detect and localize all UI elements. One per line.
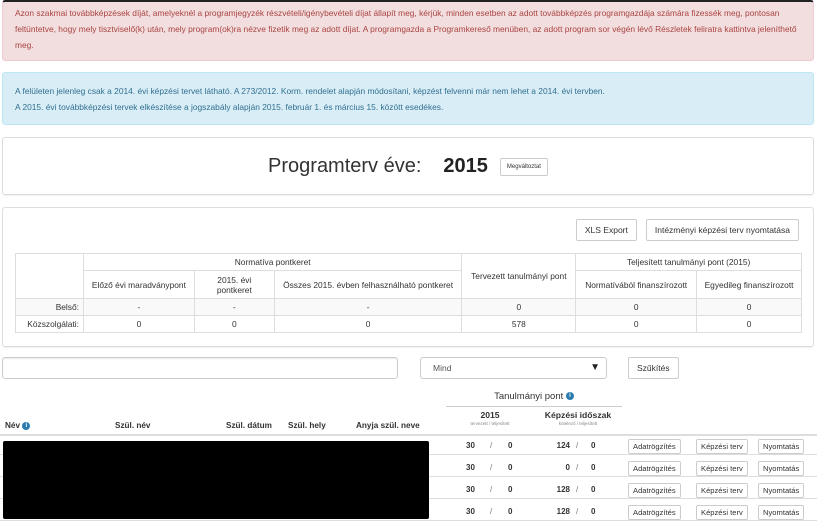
change-year-button[interactable]: Megváltoztat — [499, 157, 548, 176]
period-done: 0 — [591, 441, 596, 450]
table-row: Közszolgálati: 0 0 0 578 0 0 — [15, 315, 802, 333]
cell: 0 — [696, 298, 802, 316]
year-planned: 30 — [466, 441, 475, 450]
info-alert: A felületen jelenleg csak a 2014. évi ké… — [2, 72, 814, 125]
header-period: Képzési időszak — [544, 410, 612, 420]
header-period-sub: kötelező / teljesített — [558, 421, 598, 426]
header-birth-name[interactable]: Szül. név — [115, 421, 151, 430]
program-year-panel: Programterv éve: 2015 Megváltoztat — [2, 137, 814, 195]
year-planned: 30 — [466, 463, 475, 472]
period-required: 128 — [556, 485, 570, 494]
header-normativa: Normatíva pontkeret — [82, 253, 463, 271]
header-teljesitett: Teljesített tanulmányi pont (2015) — [575, 253, 802, 271]
program-year-label: Programterv éve: — [268, 155, 422, 177]
cell: 0 — [273, 315, 463, 333]
info-line-1: A felületen jelenleg csak a 2014. évi ké… — [15, 86, 605, 96]
period-done: 0 — [591, 507, 596, 516]
period-required: 128 — [556, 507, 570, 516]
cell: 578 — [461, 315, 577, 333]
cell: 0 — [575, 315, 698, 333]
cell: 0 — [696, 315, 802, 333]
data-entry-button[interactable]: Adatrögzítés — [628, 461, 681, 476]
separator: / — [576, 463, 579, 472]
separator: / — [490, 485, 493, 494]
year-planned: 30 — [466, 485, 475, 494]
info-icon[interactable]: i — [22, 421, 31, 430]
header-name[interactable]: Név i — [5, 421, 31, 430]
header-year-budget: 2015. évi pontkeret — [193, 270, 275, 299]
payment-warning-alert: Azon szakmai továbbképzések díját, amely… — [2, 0, 814, 61]
separator: / — [576, 485, 579, 494]
header-year-sub: tervezett / teljesített — [470, 421, 510, 426]
training-plan-button[interactable]: Képzési terv — [696, 461, 748, 476]
period-done: 0 — [591, 463, 596, 472]
header-tervezett: Tervezett tanulmányi pont — [461, 253, 577, 299]
year-done: 0 — [508, 463, 513, 472]
info-line-2: A 2015. évi továbbképzési tervek elkészí… — [15, 102, 444, 112]
year-done: 0 — [508, 441, 513, 450]
print-button[interactable]: Nyomtatás — [758, 505, 805, 520]
people-table-header: Név i Szül. név Szül. dátum Szül. hely A… — [0, 390, 817, 436]
training-plan-button[interactable]: Képzési terv — [696, 505, 748, 520]
corner-cell — [15, 253, 84, 299]
caret-down-icon: ▼ — [590, 362, 600, 373]
year-done: 0 — [508, 507, 513, 516]
header-birth-place[interactable]: Szül. hely — [288, 421, 326, 430]
row-label: Közszolgálati: — [15, 315, 84, 333]
header-mother-name[interactable]: Anyja szül. neve — [356, 421, 420, 430]
cell: 0 — [461, 298, 577, 316]
header-birth-date[interactable]: Szül. dátum — [226, 421, 272, 430]
row-label: Belső: — [15, 298, 84, 316]
summary-panel: XLS Export Intézményi képzési terv nyomt… — [2, 207, 814, 347]
year-done: 0 — [508, 485, 513, 494]
print-institution-plan-button[interactable]: Intézményi képzési terv nyomtatása — [645, 219, 799, 241]
table-row: Belső: - - - 0 0 0 — [15, 298, 802, 316]
separator: / — [490, 463, 493, 472]
header-prev-year-remaining: Előző évi maradványpont — [82, 270, 195, 299]
study-points-header: Tanulmányi pont i 2015 tervezett / telje… — [446, 390, 622, 428]
program-year-value: 2015 — [443, 155, 488, 177]
info-icon[interactable]: i — [565, 392, 574, 401]
xls-export-button[interactable]: XLS Export — [575, 219, 637, 241]
header-normative-funded: Normatívából finanszírozott — [575, 270, 698, 299]
print-button[interactable]: Nyomtatás — [758, 483, 805, 498]
header-individually-funded: Egyedileg finanszírozott — [696, 270, 802, 299]
period-required: 124 — [556, 441, 570, 450]
separator: / — [490, 507, 493, 516]
data-entry-button[interactable]: Adatrögzítés — [628, 483, 681, 498]
data-entry-button[interactable]: Adatrögzítés — [628, 505, 681, 520]
header-name-label: Név — [5, 421, 21, 430]
cell: - — [273, 298, 463, 316]
separator: / — [490, 441, 493, 450]
period-required: 0 — [565, 463, 570, 472]
points-summary-table: Normatíva pontkeret Tervezett tanulmányi… — [15, 253, 802, 333]
category-select[interactable]: Mind ▼ — [420, 357, 607, 379]
category-select-value: Mind — [433, 363, 452, 373]
cell: - — [193, 298, 275, 316]
separator: / — [576, 507, 579, 516]
print-button[interactable]: Nyomtatás — [758, 461, 805, 476]
study-points-title: Tanulmányi pont — [494, 391, 564, 402]
separator: / — [576, 441, 579, 450]
cell: 0 — [82, 315, 195, 333]
redacted-personal-data — [3, 441, 429, 519]
cell: - — [82, 298, 195, 316]
header-total-usable: Összes 2015. évben felhasználható pontke… — [273, 270, 463, 299]
year-planned: 30 — [466, 507, 475, 516]
cell: 0 — [193, 315, 275, 333]
filter-button[interactable]: Szűkítés — [628, 357, 679, 379]
period-done: 0 — [591, 485, 596, 494]
training-plan-button[interactable]: Képzési terv — [696, 483, 748, 498]
payment-warning-text: Azon szakmai továbbképzések díját, amely… — [15, 8, 797, 50]
print-button[interactable]: Nyomtatás — [758, 439, 805, 454]
training-plan-button[interactable]: Képzési terv — [696, 439, 748, 454]
data-entry-button[interactable]: Adatrögzítés — [628, 439, 681, 454]
header-year: 2015 — [480, 410, 500, 420]
cell: 0 — [575, 298, 698, 316]
search-input[interactable] — [2, 357, 398, 379]
